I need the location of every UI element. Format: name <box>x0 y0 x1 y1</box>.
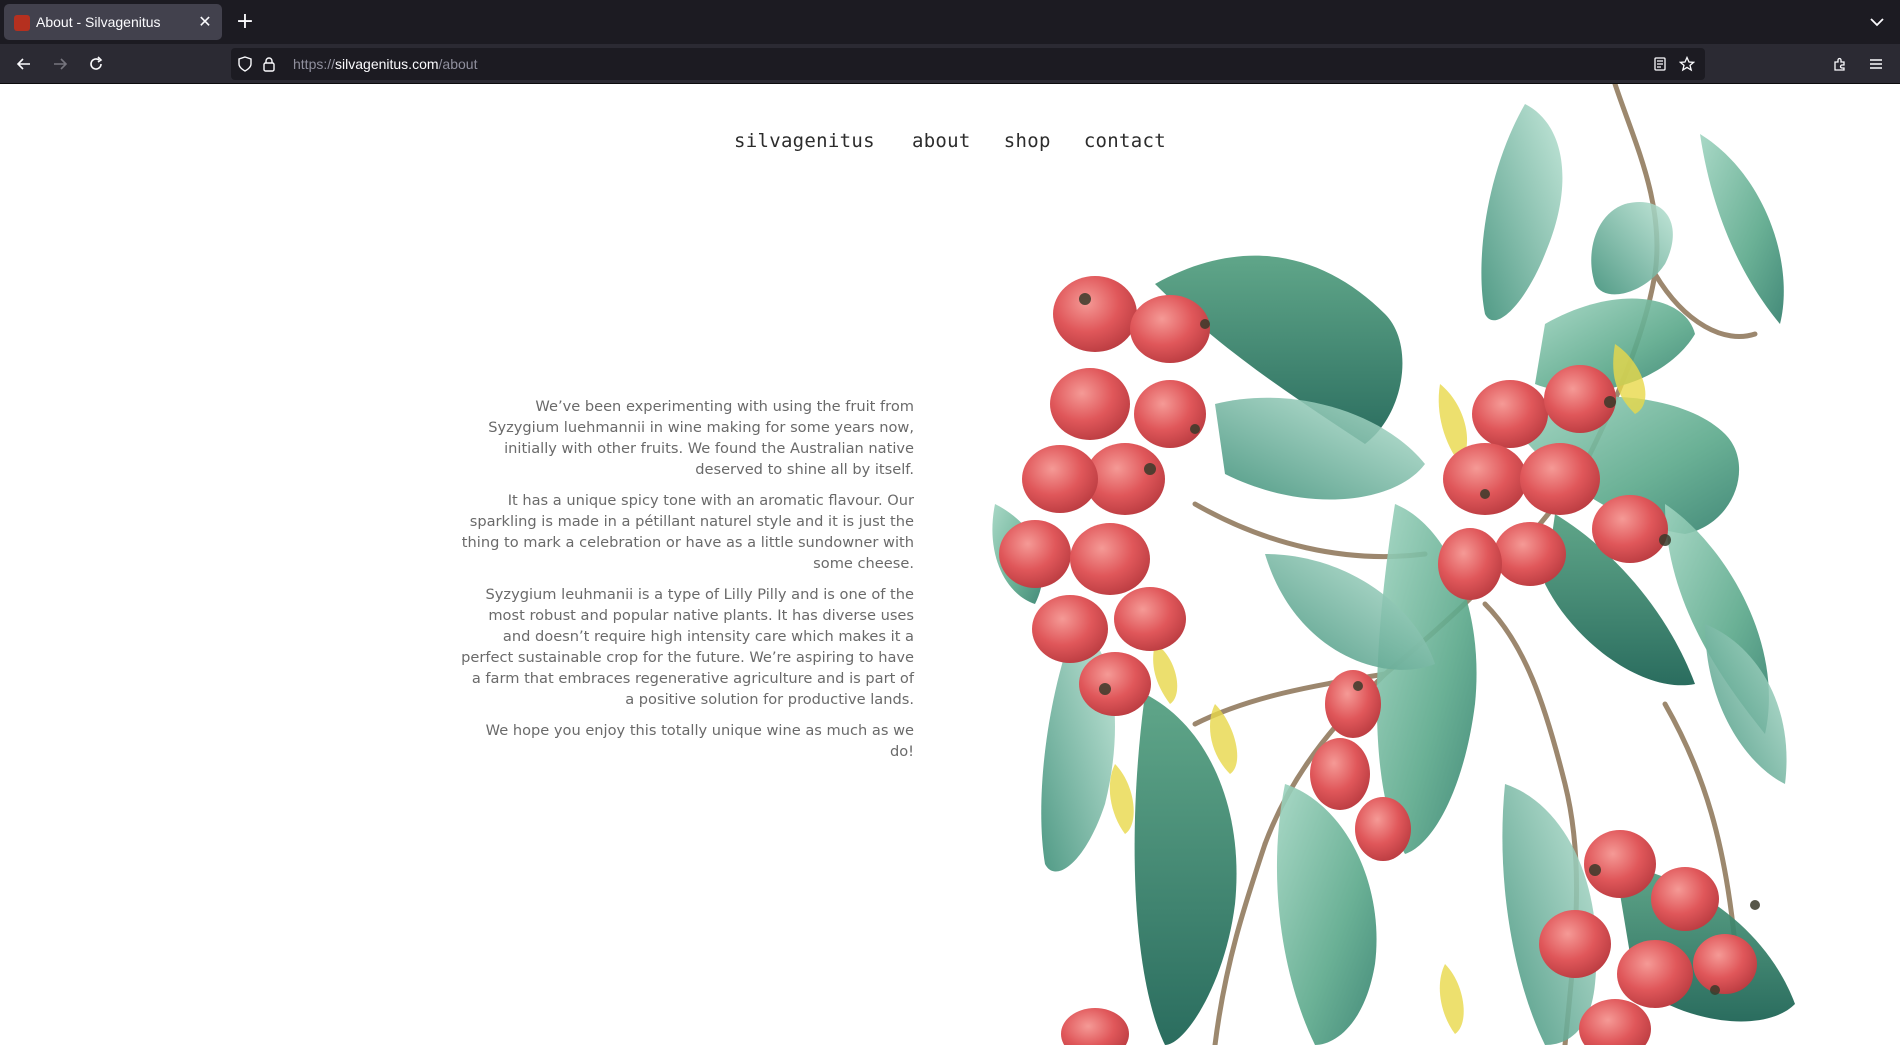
address-bar[interactable]: https://silvagenitus.com/about <box>231 48 1705 80</box>
nav-link-about[interactable]: about <box>912 130 971 152</box>
bookmark-star-icon[interactable] <box>1679 56 1695 72</box>
close-tab-icon[interactable]: ✕ <box>194 11 216 33</box>
about-paragraph: We’ve been experimenting with using the … <box>488 398 914 478</box>
back-icon[interactable] <box>11 51 37 77</box>
extensions-icon[interactable] <box>1827 51 1853 77</box>
tracking-protection-shield-icon[interactable] <box>237 56 253 72</box>
url-scheme: https:// <box>293 56 336 72</box>
reload-icon[interactable] <box>83 51 109 77</box>
about-paragraph: It has a unique spicy tone with an aroma… <box>461 492 914 572</box>
about-text-block: We’ve been experimenting with using the … <box>460 396 914 772</box>
tab-bar: About - Silvagenitus ✕ + <box>0 0 1900 44</box>
web-page: silvagenitus about shop contact We’ve be… <box>0 84 1900 1045</box>
about-paragraph: Syzygium leuhmanii is a type of Lilly Pi… <box>461 586 914 708</box>
about-paragraph: We hope you enjoy this totally unique wi… <box>485 722 914 760</box>
list-all-tabs-icon[interactable] <box>1866 11 1888 33</box>
site-favicon-icon <box>14 15 30 31</box>
new-tab-icon[interactable]: + <box>232 9 258 35</box>
app-menu-icon[interactable] <box>1863 51 1889 77</box>
nav-link-home[interactable]: silvagenitus <box>734 130 875 152</box>
url-text[interactable]: https://silvagenitus.com/about <box>293 56 477 72</box>
lilly-pilly-illustration <box>992 84 1795 1045</box>
reader-view-icon[interactable] <box>1652 56 1668 72</box>
url-host: silvagenitus.com <box>335 56 439 72</box>
browser-tab-active[interactable]: About - Silvagenitus ✕ <box>4 4 222 40</box>
lock-icon[interactable] <box>261 56 277 72</box>
navigation-toolbar: https://silvagenitus.com/about <box>0 44 1900 84</box>
tab-title: About - Silvagenitus <box>36 14 161 30</box>
forward-icon[interactable] <box>47 51 73 77</box>
url-path: /about <box>438 56 478 72</box>
